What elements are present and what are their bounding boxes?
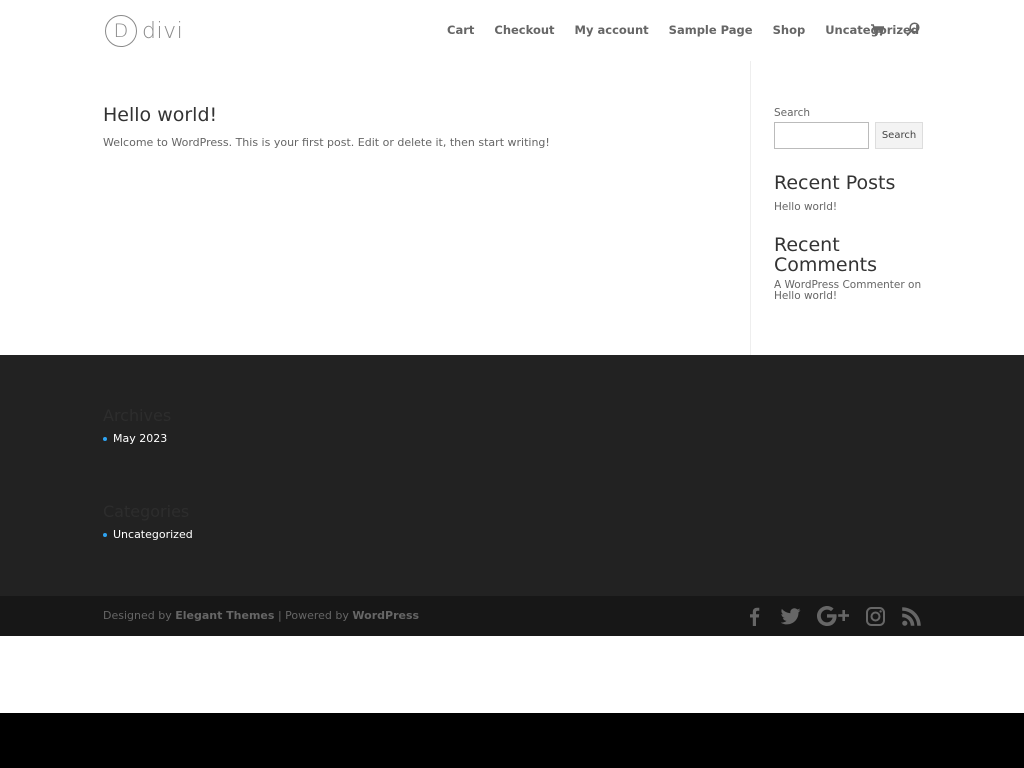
recent-comments-title: Recent Comments xyxy=(774,234,877,276)
recent-comment: A WordPress Commenter on Hello world! xyxy=(774,280,924,302)
archive-link[interactable]: May 2023 xyxy=(113,432,167,445)
sidebar-divider xyxy=(750,61,751,355)
logo-mark: D xyxy=(105,15,137,47)
google-plus-icon[interactable] xyxy=(817,606,849,626)
site-header: D divi Cart Checkout My account Sample P… xyxy=(0,0,1024,61)
archives-widget: Archives May 2023 xyxy=(103,406,171,445)
recent-posts-title: Recent Posts xyxy=(774,172,896,194)
post-excerpt: Welcome to WordPress. This is your first… xyxy=(103,136,550,149)
categories-widget: Categories Uncategorized xyxy=(103,502,193,541)
nav-item-checkout[interactable]: Checkout xyxy=(494,23,554,37)
rss-icon[interactable] xyxy=(902,606,921,626)
wordpress-link[interactable]: WordPress xyxy=(352,609,419,622)
footer-widgets: Archives May 2023 Categories Uncategoriz… xyxy=(0,355,1024,596)
post: Hello world! Welcome to WordPress. This … xyxy=(103,104,550,149)
search-icon[interactable] xyxy=(906,22,920,42)
nav-item-sample-page[interactable]: Sample Page xyxy=(669,23,753,37)
designed-by-text: Designed by xyxy=(103,609,176,622)
powered-by-text: | Powered by xyxy=(274,609,353,622)
search-button[interactable]: Search xyxy=(875,122,923,149)
comment-post-link[interactable]: Hello world! xyxy=(774,290,837,302)
list-item: May 2023 xyxy=(103,432,171,445)
elegant-themes-link[interactable]: Elegant Themes xyxy=(175,609,274,622)
logo-text: divi xyxy=(142,18,184,44)
main-content: Hello world! Welcome to WordPress. This … xyxy=(0,61,1024,355)
search-input[interactable] xyxy=(774,122,869,149)
instagram-icon[interactable] xyxy=(866,606,885,626)
footer-credits: Designed by Elegant Themes | Powered by … xyxy=(103,609,419,622)
nav-item-my-account[interactable]: My account xyxy=(575,23,649,37)
nav-item-cart[interactable]: Cart xyxy=(447,23,474,37)
search-label: Search xyxy=(774,107,811,119)
post-title[interactable]: Hello world! xyxy=(103,104,550,126)
archives-title: Archives xyxy=(103,406,172,425)
main-nav: Cart Checkout My account Sample Page Sho… xyxy=(447,23,939,37)
comment-on-text: on xyxy=(908,279,922,291)
recent-post-link[interactable]: Hello world! xyxy=(774,201,924,213)
page-bottom-white-area xyxy=(0,636,1024,713)
sidebar: Search Search Recent Posts Hello world! … xyxy=(774,107,924,302)
archives-list: May 2023 xyxy=(103,432,171,445)
twitter-icon[interactable] xyxy=(781,606,801,626)
shopping-cart-icon[interactable] xyxy=(871,23,885,41)
categories-list: Uncategorized xyxy=(103,528,193,541)
facebook-icon[interactable] xyxy=(749,606,760,626)
footer-bottom-bar: Designed by Elegant Themes | Powered by … xyxy=(0,596,1024,636)
page-bottom-black-area xyxy=(0,713,1024,768)
search-form: Search xyxy=(774,122,924,149)
list-item: Uncategorized xyxy=(103,528,193,541)
site-logo[interactable]: D divi xyxy=(105,14,183,48)
category-link[interactable]: Uncategorized xyxy=(113,528,193,541)
nav-item-shop[interactable]: Shop xyxy=(773,23,806,37)
categories-title: Categories xyxy=(103,502,190,521)
